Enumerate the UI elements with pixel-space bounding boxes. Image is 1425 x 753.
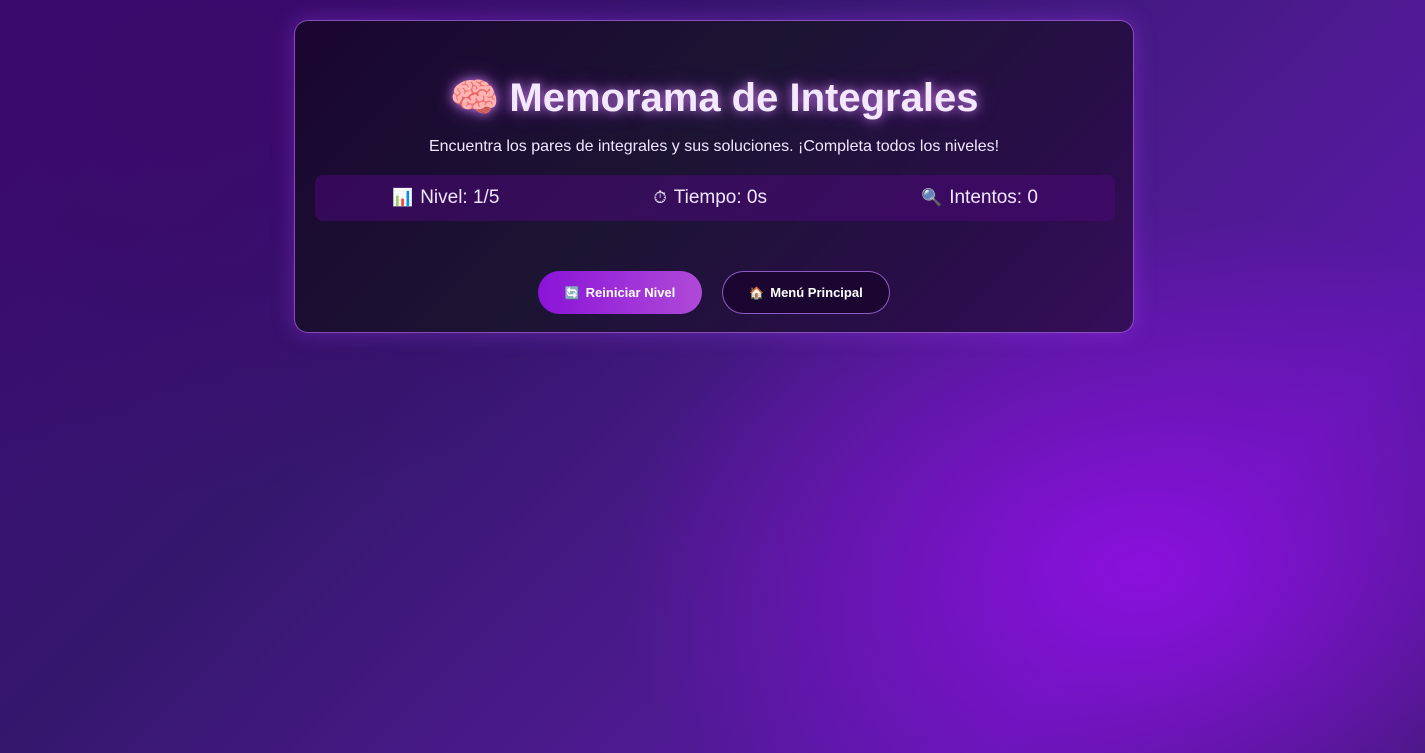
bar-chart-icon: 📊 [392,188,414,207]
restart-level-button[interactable]: 🔄 Reiniciar Nivel [538,271,702,314]
stopwatch-icon: ⏱ [653,188,667,207]
page-title: 🧠 Memorama de Integrales [295,75,1133,121]
main-menu-label: Menú Principal [770,285,863,300]
refresh-icon: 🔄 [564,285,580,300]
main-menu-button[interactable]: 🏠 Menú Principal [722,271,890,314]
time-stat: ⏱ Tiempo: 0s [653,187,767,209]
game-card: 🧠 Memorama de Integrales Encuentra los pa… [294,20,1134,333]
stats-bar: 📊 Nivel: 1/5 ⏱ Tiempo: 0s 🔍 Intentos: 0 [315,175,1115,221]
page-title-text: Memorama de Integrales [509,76,979,120]
time-label: Tiempo: 0s [673,187,767,208]
attempts-label: Intentos: 0 [949,187,1038,208]
attempts-stat: 🔍 Intentos: 0 [921,187,1038,209]
level-label: Nivel: 1/5 [420,187,500,208]
brain-icon: 🧠 [449,76,500,120]
level-stat: 📊 Nivel: 1/5 [392,187,499,209]
restart-level-label: Reiniciar Nivel [585,285,676,300]
action-buttons: 🔄 Reiniciar Nivel 🏠 Menú Principal [295,271,1133,314]
page-subtitle: Encuentra los pares de integrales y sus … [428,138,1000,155]
home-icon: 🏠 [749,285,765,300]
magnifier-icon: 🔍 [921,188,943,207]
